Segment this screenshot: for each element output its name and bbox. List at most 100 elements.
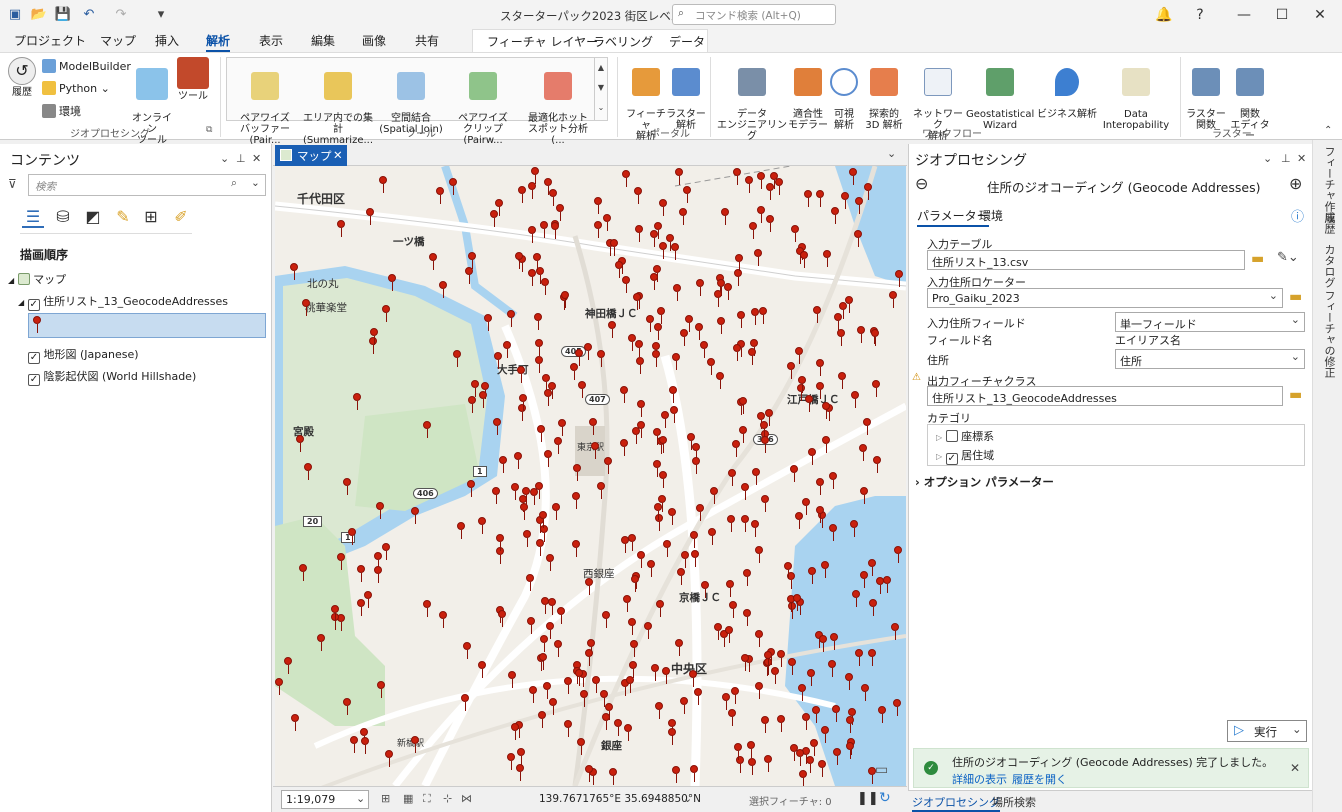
geocoded-point-marker[interactable] — [449, 178, 457, 195]
geocoded-point-marker[interactable] — [669, 386, 677, 403]
geocoded-point-marker[interactable] — [548, 598, 556, 615]
geocoded-point-marker[interactable] — [549, 698, 557, 715]
tab-analysis[interactable]: 解析 — [206, 32, 231, 52]
geocoded-point-marker[interactable] — [600, 690, 608, 707]
geocoded-point-marker[interactable] — [777, 650, 785, 667]
geocoded-point-marker[interactable] — [760, 421, 768, 438]
geocoded-point-marker[interactable] — [508, 671, 516, 688]
geocoded-point-marker[interactable] — [728, 709, 736, 726]
geocoded-point-marker[interactable] — [541, 597, 549, 614]
geocoded-point-marker[interactable] — [572, 540, 580, 557]
geocoded-point-marker[interactable] — [608, 321, 616, 338]
geocoded-point-marker[interactable] — [822, 402, 830, 419]
geocoded-point-marker[interactable] — [725, 626, 733, 643]
geocoded-point-marker[interactable] — [837, 329, 845, 346]
close-pane-icon[interactable]: ✕ — [252, 152, 261, 165]
geocoded-point-marker[interactable] — [833, 748, 841, 765]
geocoded-point-marker[interactable] — [852, 590, 860, 607]
geocoded-point-marker[interactable] — [872, 380, 880, 397]
geocoded-point-marker[interactable] — [580, 690, 588, 707]
geocoded-point-marker[interactable] — [620, 386, 628, 403]
geocoded-point-marker[interactable] — [511, 723, 519, 740]
geocoded-point-marker[interactable] — [564, 720, 572, 737]
geocoded-point-marker[interactable] — [374, 566, 382, 583]
geocoded-point-marker[interactable] — [657, 307, 665, 324]
tab-share[interactable]: 共有 — [415, 32, 439, 49]
geocoded-point-marker[interactable] — [661, 411, 669, 428]
browse-folder-icon[interactable]: ▬ — [1289, 387, 1302, 403]
open-project-icon[interactable]: 📂 — [30, 6, 48, 24]
geocoded-point-marker[interactable] — [838, 372, 846, 389]
save-icon[interactable]: 💾 — [54, 6, 72, 24]
geocoded-point-marker[interactable] — [795, 512, 803, 529]
geocoded-point-marker[interactable] — [743, 569, 751, 586]
geocoded-point-marker[interactable] — [739, 397, 747, 414]
geocoded-point-marker[interactable] — [816, 359, 824, 376]
geocoded-point-marker[interactable] — [733, 168, 741, 185]
geocoded-point-marker[interactable] — [423, 421, 431, 438]
geocoded-point-marker[interactable] — [614, 719, 622, 736]
layer-topographic[interactable]: ✓ 地形図 (Japanese) — [28, 346, 139, 364]
geocoded-point-marker[interactable] — [765, 409, 773, 426]
geocoded-point-marker[interactable] — [755, 546, 763, 563]
geocoded-point-marker[interactable] — [540, 635, 548, 652]
input-table-field[interactable]: 住所リスト_13.csv — [927, 250, 1245, 270]
geocoded-point-marker[interactable] — [710, 487, 718, 504]
geocoded-point-marker[interactable] — [526, 574, 534, 591]
geocoded-point-marker[interactable] — [668, 719, 676, 736]
geocoded-point-marker[interactable] — [822, 436, 830, 453]
geocoded-point-marker[interactable] — [790, 465, 798, 482]
customize-quick-access-icon[interactable]: ▾ — [152, 6, 170, 24]
map-node[interactable]: ◢ マップ — [8, 271, 66, 287]
tab-map[interactable]: マップ — [100, 32, 136, 49]
geocoded-point-marker[interactable] — [871, 329, 879, 346]
geocoded-point-marker[interactable] — [663, 540, 671, 557]
geocoded-point-marker[interactable] — [631, 575, 639, 592]
geocoded-point-marker[interactable] — [507, 310, 515, 327]
geocoded-point-marker[interactable] — [522, 487, 530, 504]
side-tab-history[interactable]: 履歴 — [1321, 212, 1337, 234]
geocoded-point-marker[interactable] — [668, 728, 676, 745]
geocoded-point-marker[interactable] — [517, 748, 525, 765]
geocoded-point-marker[interactable] — [597, 482, 605, 499]
data-interoperability-button[interactable]: Data Interopability — [1098, 57, 1174, 131]
geocoded-point-marker[interactable] — [802, 713, 810, 730]
geocoded-point-marker[interactable] — [453, 350, 461, 367]
geocoded-point-marker[interactable] — [728, 469, 736, 486]
geocoded-point-marker[interactable] — [629, 661, 637, 678]
minimize-button[interactable]: — — [1230, 4, 1258, 26]
chevron-down-icon[interactable]: ⌄ — [887, 147, 896, 160]
geocoded-point-marker[interactable] — [821, 561, 829, 578]
geocoded-point-marker[interactable] — [895, 270, 903, 287]
geocoded-point-marker[interactable] — [291, 714, 299, 731]
pairwise-buffer-button[interactable]: ペアワイズ バッファー (Pair... — [230, 61, 300, 146]
geocoded-point-marker[interactable] — [757, 172, 765, 189]
browse-folder-icon[interactable]: ▬ — [1251, 251, 1264, 267]
geocoded-point-marker[interactable] — [759, 307, 767, 324]
geocoded-point-marker[interactable] — [478, 517, 486, 534]
geocoded-point-marker[interactable] — [656, 600, 664, 617]
geocoded-point-marker[interactable] — [672, 766, 680, 783]
geocoded-point-marker[interactable] — [894, 546, 902, 563]
geocoded-point-marker[interactable] — [626, 676, 634, 693]
geocoded-point-marker[interactable] — [637, 551, 645, 568]
geocoded-point-marker[interactable] — [534, 313, 542, 330]
geocoded-point-marker[interactable] — [479, 391, 487, 408]
geocoded-point-marker[interactable] — [739, 426, 747, 443]
geocoded-point-marker[interactable] — [653, 460, 661, 477]
spatial-join-button[interactable]: 空間結合 (Spatial Join) — [378, 61, 444, 135]
geocoded-point-marker[interactable] — [492, 487, 500, 504]
geocoded-point-marker[interactable] — [861, 684, 869, 701]
geocoded-point-marker[interactable] — [849, 168, 857, 185]
layer-hillshade[interactable]: ✓ 陰影起伏図 (World Hillshade) — [28, 368, 196, 386]
pane-menu-icon[interactable]: ⌄ — [1263, 152, 1272, 165]
geocoded-point-marker[interactable] — [585, 578, 593, 595]
list-by-data-source-icon[interactable]: ⛁ — [52, 206, 74, 228]
geocoded-point-marker[interactable] — [589, 418, 597, 435]
tab-geoprocessing[interactable]: ジオプロセシング — [912, 794, 1000, 812]
geocoded-point-marker[interactable] — [855, 649, 863, 666]
geocoded-point-marker[interactable] — [658, 495, 666, 512]
geocoded-point-marker[interactable] — [624, 724, 632, 741]
geocoded-point-marker[interactable] — [551, 222, 559, 239]
geocoded-point-marker[interactable] — [296, 435, 304, 452]
